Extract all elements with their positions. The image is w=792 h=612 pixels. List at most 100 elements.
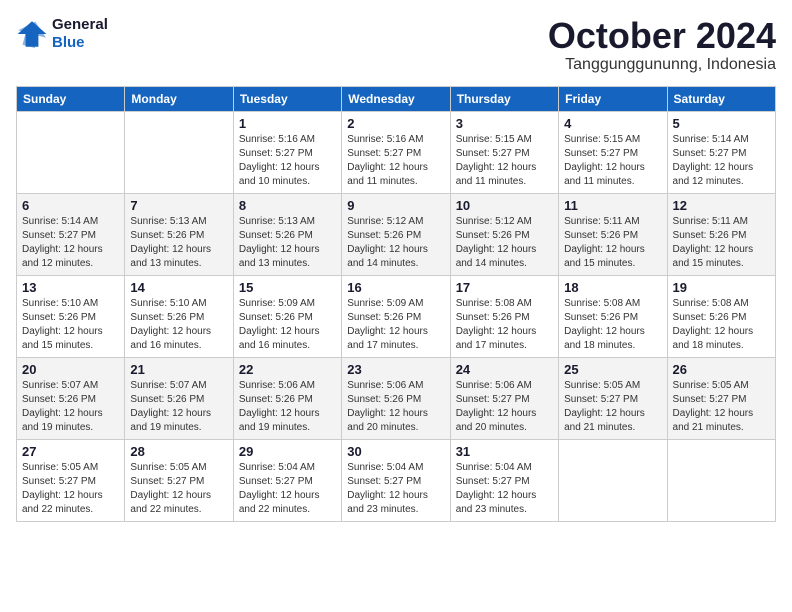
day-cell [667, 439, 775, 521]
day-number: 22 [239, 362, 336, 377]
day-cell [559, 439, 667, 521]
day-number: 20 [22, 362, 119, 377]
day-info: Sunrise: 5:13 AM Sunset: 5:26 PM Dayligh… [130, 215, 227, 271]
day-info: Sunrise: 5:12 AM Sunset: 5:26 PM Dayligh… [347, 215, 444, 271]
day-number: 31 [456, 444, 553, 459]
day-info: Sunrise: 5:14 AM Sunset: 5:27 PM Dayligh… [673, 133, 770, 189]
week-row-5: 27 Sunrise: 5:05 AM Sunset: 5:27 PM Dayli… [17, 439, 776, 521]
day-info: Sunrise: 5:16 AM Sunset: 5:27 PM Dayligh… [239, 133, 336, 189]
day-cell: 2Sunrise: 5:16 AM Sunset: 5:27 PM Daylig… [342, 111, 450, 193]
day-info: Sunrise: 5:13 AM Sunset: 5:26 PM Dayligh… [239, 215, 336, 271]
day-info: Sunrise: 5:08 AM Sunset: 5:26 PM Dayligh… [564, 297, 661, 353]
day-number: 26 [673, 362, 770, 377]
day-info: Sunrise: 5:07 AM Sunset: 5:26 PM Dayligh… [130, 379, 227, 435]
day-number: 9 [347, 198, 444, 213]
weekday-header-friday: Friday [559, 86, 667, 111]
day-info: Sunrise: 5:05 AM Sunset: 5:27 PM Dayligh… [22, 461, 119, 517]
day-cell: 5Sunrise: 5:14 AM Sunset: 5:27 PM Daylig… [667, 111, 775, 193]
day-info: Sunrise: 5:05 AM Sunset: 5:27 PM Dayligh… [564, 379, 661, 435]
day-number: 25 [564, 362, 661, 377]
day-number: 28 [130, 444, 227, 459]
logo-icon [16, 18, 48, 50]
day-number: 4 [564, 116, 661, 131]
day-number: 18 [564, 280, 661, 295]
day-number: 30 [347, 444, 444, 459]
day-cell: 4 Sunrise: 5:15 AM Sunset: 5:27 PM Daylig… [559, 111, 667, 193]
day-info: Sunrise: 5:04 AM Sunset: 5:27 PM Dayligh… [347, 461, 444, 517]
day-cell: 3 Sunrise: 5:15 AM Sunset: 5:27 PM Daylig… [450, 111, 558, 193]
week-row-1: 1 Sunrise: 5:16 AM Sunset: 5:27 PM Daylig… [17, 111, 776, 193]
day-info: Sunrise: 5:14 AM Sunset: 5:27 PM Dayligh… [22, 215, 119, 271]
day-info: Sunrise: 5:08 AM Sunset: 5:26 PM Dayligh… [456, 297, 553, 353]
day-cell: 15 Sunrise: 5:09 AM Sunset: 5:26 PM Dayli… [233, 275, 341, 357]
day-cell: 24 Sunrise: 5:06 AM Sunset: 5:27 PM Dayli… [450, 357, 558, 439]
day-number: 27 [22, 444, 119, 459]
day-number: 23 [347, 362, 444, 377]
page-header: General Blue October 2024 Tanggunggununn… [16, 16, 776, 74]
day-number: 10 [456, 198, 553, 213]
logo: General Blue [16, 16, 108, 52]
day-cell: 21 Sunrise: 5:07 AM Sunset: 5:26 PM Dayli… [125, 357, 233, 439]
day-cell: 16 Sunrise: 5:09 AM Sunset: 5:26 PM Dayli… [342, 275, 450, 357]
day-info: Sunrise: 5:04 AM Sunset: 5:27 PM Dayligh… [239, 461, 336, 517]
day-info: Sunrise: 5:07 AM Sunset: 5:26 PM Dayligh… [22, 379, 119, 435]
week-row-2: 6 Sunrise: 5:14 AM Sunset: 5:27 PM Daylig… [17, 193, 776, 275]
day-cell: 7Sunrise: 5:13 AM Sunset: 5:26 PM Daylig… [125, 193, 233, 275]
day-cell: 1 Sunrise: 5:16 AM Sunset: 5:27 PM Daylig… [233, 111, 341, 193]
day-number: 1 [239, 116, 336, 131]
day-cell: 30 Sunrise: 5:04 AM Sunset: 5:27 PM Dayli… [342, 439, 450, 521]
day-number: 21 [130, 362, 227, 377]
day-info: Sunrise: 5:10 AM Sunset: 5:26 PM Dayligh… [22, 297, 119, 353]
calendar-title-block: October 2024 Tanggunggununng, Indonesia [548, 16, 776, 74]
day-info: Sunrise: 5:11 AM Sunset: 5:26 PM Dayligh… [673, 215, 770, 271]
location: Tanggunggununng, Indonesia [548, 56, 776, 74]
day-info: Sunrise: 5:04 AM Sunset: 5:27 PM Dayligh… [456, 461, 553, 517]
day-number: 29 [239, 444, 336, 459]
day-cell [17, 111, 125, 193]
day-cell: 8Sunrise: 5:13 AM Sunset: 5:26 PM Daylig… [233, 193, 341, 275]
week-row-3: 13Sunrise: 5:10 AM Sunset: 5:26 PM Dayli… [17, 275, 776, 357]
day-number: 3 [456, 116, 553, 131]
day-cell: 22Sunrise: 5:06 AM Sunset: 5:26 PM Dayli… [233, 357, 341, 439]
day-cell: 9 Sunrise: 5:12 AM Sunset: 5:26 PM Daylig… [342, 193, 450, 275]
day-info: Sunrise: 5:15 AM Sunset: 5:27 PM Dayligh… [456, 133, 553, 189]
day-cell: 17 Sunrise: 5:08 AM Sunset: 5:26 PM Dayli… [450, 275, 558, 357]
day-cell: 25 Sunrise: 5:05 AM Sunset: 5:27 PM Dayli… [559, 357, 667, 439]
weekday-header-monday: Monday [125, 86, 233, 111]
day-info: Sunrise: 5:15 AM Sunset: 5:27 PM Dayligh… [564, 133, 661, 189]
day-info: Sunrise: 5:09 AM Sunset: 5:26 PM Dayligh… [239, 297, 336, 353]
day-cell: 13Sunrise: 5:10 AM Sunset: 5:26 PM Dayli… [17, 275, 125, 357]
day-number: 19 [673, 280, 770, 295]
day-info: Sunrise: 5:05 AM Sunset: 5:27 PM Dayligh… [673, 379, 770, 435]
day-number: 16 [347, 280, 444, 295]
day-cell: 19 Sunrise: 5:08 AM Sunset: 5:26 PM Dayli… [667, 275, 775, 357]
day-cell: 12Sunrise: 5:11 AM Sunset: 5:26 PM Dayli… [667, 193, 775, 275]
day-cell: 18 Sunrise: 5:08 AM Sunset: 5:26 PM Dayli… [559, 275, 667, 357]
week-row-4: 20 Sunrise: 5:07 AM Sunset: 5:26 PM Dayli… [17, 357, 776, 439]
day-info: Sunrise: 5:11 AM Sunset: 5:26 PM Dayligh… [564, 215, 661, 271]
day-cell: 11Sunrise: 5:11 AM Sunset: 5:26 PM Dayli… [559, 193, 667, 275]
weekday-header-sunday: Sunday [17, 86, 125, 111]
day-cell: 20 Sunrise: 5:07 AM Sunset: 5:26 PM Dayli… [17, 357, 125, 439]
day-cell: 31 Sunrise: 5:04 AM Sunset: 5:27 PM Dayli… [450, 439, 558, 521]
day-cell: 27 Sunrise: 5:05 AM Sunset: 5:27 PM Dayli… [17, 439, 125, 521]
day-number: 24 [456, 362, 553, 377]
day-cell: 28 Sunrise: 5:05 AM Sunset: 5:27 PM Dayli… [125, 439, 233, 521]
weekday-header-row: SundayMondayTuesdayWednesdayThursdayFrid… [17, 86, 776, 111]
day-cell [125, 111, 233, 193]
day-info: Sunrise: 5:05 AM Sunset: 5:27 PM Dayligh… [130, 461, 227, 517]
day-number: 6 [22, 198, 119, 213]
day-number: 14 [130, 280, 227, 295]
calendar-table: SundayMondayTuesdayWednesdayThursdayFrid… [16, 86, 776, 522]
day-number: 17 [456, 280, 553, 295]
day-info: Sunrise: 5:06 AM Sunset: 5:27 PM Dayligh… [456, 379, 553, 435]
day-info: Sunrise: 5:08 AM Sunset: 5:26 PM Dayligh… [673, 297, 770, 353]
weekday-header-thursday: Thursday [450, 86, 558, 111]
day-info: Sunrise: 5:10 AM Sunset: 5:26 PM Dayligh… [130, 297, 227, 353]
day-info: Sunrise: 5:09 AM Sunset: 5:26 PM Dayligh… [347, 297, 444, 353]
day-info: Sunrise: 5:06 AM Sunset: 5:26 PM Dayligh… [347, 379, 444, 435]
weekday-header-tuesday: Tuesday [233, 86, 341, 111]
weekday-header-saturday: Saturday [667, 86, 775, 111]
day-number: 15 [239, 280, 336, 295]
weekday-header-wednesday: Wednesday [342, 86, 450, 111]
